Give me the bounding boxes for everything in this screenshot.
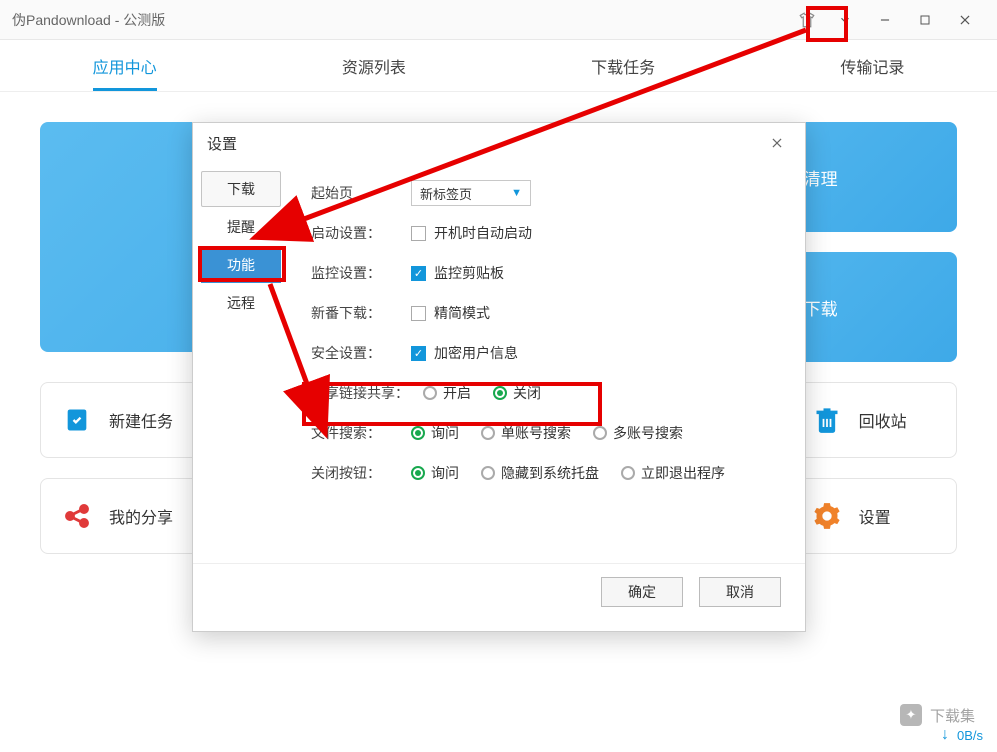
- tab-transfer-log[interactable]: 传输记录: [748, 40, 997, 91]
- window-title: 伪Pandownload - 公测版: [12, 10, 789, 30]
- wechat-icon: ✦: [900, 704, 922, 726]
- sidebar-item-remind[interactable]: 提醒: [201, 209, 281, 245]
- security-label: 安全设置：: [311, 343, 411, 363]
- dialog-footer: 确定 取消: [193, 563, 805, 619]
- dialog-close-button[interactable]: [763, 129, 791, 157]
- sidebar-item-download[interactable]: 下载: [201, 171, 281, 207]
- security-checkbox[interactable]: ✓: [411, 346, 426, 361]
- startup-label: 启动设置：: [311, 223, 411, 243]
- ok-button[interactable]: 确定: [601, 577, 683, 607]
- monitor-label: 监控设置：: [311, 263, 411, 283]
- closebtn-radio-exit[interactable]: 立即退出程序: [621, 463, 725, 483]
- tab-resource-list[interactable]: 资源列表: [249, 40, 498, 91]
- new-task-label: 新建任务: [109, 408, 173, 432]
- tab-app-center[interactable]: 应用中心: [0, 40, 249, 91]
- dialog-header: 设置: [193, 123, 805, 163]
- recycle-card[interactable]: 回收站: [790, 382, 957, 458]
- closebtn-label: 关闭按钮：: [311, 463, 411, 483]
- tab-download-task[interactable]: 下载任务: [499, 40, 748, 91]
- my-share-card[interactable]: 我的分享: [40, 478, 207, 554]
- caret-down-icon: ▼: [511, 187, 522, 199]
- startup-option: 开机时自动启动: [434, 223, 532, 243]
- filesearch-radio-ask[interactable]: 询问: [411, 423, 459, 443]
- watermark: ✦ 下载集: [900, 704, 975, 726]
- settings-card[interactable]: 设置: [790, 478, 957, 554]
- startpage-select[interactable]: 新标签页 ▼: [411, 180, 531, 206]
- filesearch-label: 文件搜索：: [311, 423, 411, 443]
- download-arrow-icon: ↓: [941, 726, 949, 744]
- settings-label: 设置: [859, 504, 891, 528]
- close-button[interactable]: [945, 0, 985, 40]
- startpage-label: 起始页: [311, 183, 411, 203]
- new-task-card[interactable]: 新建任务: [40, 382, 207, 458]
- my-share-label: 我的分享: [109, 504, 173, 528]
- nav-tabs: 应用中心 资源列表 下载任务 传输记录: [0, 40, 997, 92]
- recycle-label: 回收站: [859, 408, 907, 432]
- dropdown-button[interactable]: [825, 0, 865, 40]
- dialog-title: 设置: [207, 133, 237, 154]
- status-bar: ↓ 0B/s: [941, 726, 983, 744]
- monitor-option: 监控剪贴板: [434, 263, 504, 283]
- cancel-button[interactable]: 取消: [699, 577, 781, 607]
- sidebar-item-remote[interactable]: 远程: [201, 285, 281, 321]
- newep-label: 新番下载：: [311, 303, 411, 323]
- security-option: 加密用户信息: [434, 343, 518, 363]
- theme-icon[interactable]: [789, 2, 825, 38]
- maximize-button[interactable]: [905, 0, 945, 40]
- monitor-checkbox[interactable]: ✓: [411, 266, 426, 281]
- share-radio-close[interactable]: 关闭: [493, 383, 541, 403]
- watermark-text: 下载集: [930, 705, 975, 726]
- closebtn-radio-ask[interactable]: 询问: [411, 463, 459, 483]
- share-radio-open[interactable]: 开启: [423, 383, 471, 403]
- newep-option: 精简模式: [434, 303, 490, 323]
- filesearch-radio-single[interactable]: 单账号搜索: [481, 423, 571, 443]
- startup-checkbox[interactable]: [411, 226, 426, 241]
- minimize-button[interactable]: [865, 0, 905, 40]
- titlebar: 伪Pandownload - 公测版: [0, 0, 997, 40]
- share-label: 分享链接共享：: [311, 383, 423, 403]
- newep-checkbox[interactable]: [411, 306, 426, 321]
- settings-sidebar: 下载 提醒 功能 远程: [193, 163, 289, 563]
- filesearch-radio-multi[interactable]: 多账号搜索: [593, 423, 683, 443]
- closebtn-radio-tray[interactable]: 隐藏到系统托盘: [481, 463, 599, 483]
- download-speed: 0B/s: [957, 728, 983, 743]
- settings-dialog: 设置 下载 提醒 功能 远程 起始页 新标签页 ▼ 启动设置： 开机时自动启动: [192, 122, 806, 632]
- sidebar-item-function[interactable]: 功能: [201, 247, 281, 283]
- settings-content: 起始页 新标签页 ▼ 启动设置： 开机时自动启动 监控设置： ✓ 监控剪贴板 新…: [289, 163, 805, 563]
